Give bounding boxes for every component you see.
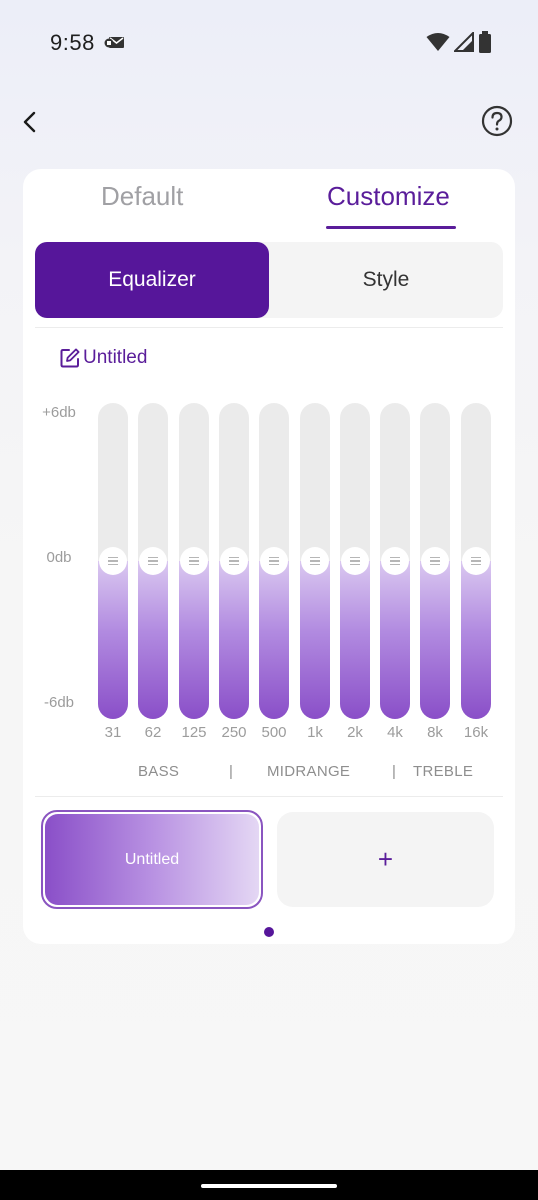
- band-slider[interactable]: [138, 403, 168, 719]
- slider-fill: [219, 561, 249, 719]
- db-min-label: -6db: [43, 694, 75, 711]
- preset-card-selected[interactable]: Untitled: [41, 810, 263, 909]
- band-slider[interactable]: [98, 403, 128, 719]
- edit-icon: [60, 348, 80, 368]
- band-slider[interactable]: [259, 403, 289, 719]
- slider-fill: [259, 561, 289, 719]
- top-tabs: Default Customize: [23, 169, 515, 233]
- band-frequency-label: 1k: [307, 724, 323, 741]
- home-handle[interactable]: [201, 1184, 337, 1188]
- status-icons: [426, 30, 492, 58]
- slider-knob[interactable]: [301, 547, 329, 575]
- band-frequency-label: 31: [104, 724, 122, 741]
- band-slider[interactable]: [461, 403, 491, 719]
- segment-style[interactable]: Style: [269, 242, 503, 318]
- help-button[interactable]: [480, 104, 514, 138]
- page-indicator-dot: [264, 927, 274, 937]
- band-frequency-label: 8k: [427, 724, 443, 741]
- wifi-icon: [426, 32, 450, 57]
- band-frequency-label: 62: [144, 724, 162, 741]
- range-midrange: MIDRANGE: [267, 763, 351, 780]
- band-frequency-label: 125: [181, 724, 207, 741]
- battery-icon: [478, 31, 492, 58]
- tab-active-indicator: [326, 226, 456, 229]
- status-bar: 9:58: [0, 0, 538, 88]
- status-time: 9:58: [50, 30, 95, 55]
- band-slider[interactable]: [219, 403, 249, 719]
- slider-knob[interactable]: [260, 547, 288, 575]
- band-slider[interactable]: [380, 403, 410, 719]
- slider-knob[interactable]: [180, 547, 208, 575]
- slider-fill: [461, 561, 491, 719]
- slider-fill: [300, 561, 330, 719]
- range-separator: |: [392, 763, 397, 780]
- segment-equalizer[interactable]: Equalizer: [35, 242, 269, 318]
- range-separator: |: [229, 763, 234, 780]
- slider-knob[interactable]: [341, 547, 369, 575]
- slider-knob[interactable]: [462, 547, 490, 575]
- signal-icon: [452, 30, 474, 57]
- slider-knob[interactable]: [381, 547, 409, 575]
- slider-fill: [340, 561, 370, 719]
- slider-fill: [179, 561, 209, 719]
- db-mid-label: 0db: [46, 549, 72, 566]
- slider-knob[interactable]: [99, 547, 127, 575]
- band-frequency-label: 4k: [387, 724, 403, 741]
- band-frequency-label: 250: [221, 724, 247, 741]
- band-slider[interactable]: [300, 403, 330, 719]
- band-slider[interactable]: [420, 403, 450, 719]
- divider: [35, 327, 503, 328]
- range-bass: BASS: [138, 763, 180, 780]
- tab-customize[interactable]: Customize: [327, 181, 450, 212]
- slider-knob[interactable]: [421, 547, 449, 575]
- help-icon: [481, 105, 513, 137]
- navigation-bar: [0, 1170, 538, 1200]
- back-arrow-icon: [23, 111, 36, 133]
- tab-default[interactable]: Default: [101, 181, 183, 212]
- slider-fill: [420, 561, 450, 719]
- band-frequency-label: 500: [261, 724, 287, 741]
- slider-fill: [380, 561, 410, 719]
- db-max-label: +6db: [42, 404, 76, 421]
- back-button[interactable]: [14, 106, 46, 138]
- preset-card-label: Untitled: [45, 814, 259, 905]
- divider: [35, 796, 503, 797]
- slider-fill: [138, 561, 168, 719]
- band-slider[interactable]: [179, 403, 209, 719]
- band-frequency-label: 16k: [463, 724, 489, 741]
- notification-icon: [104, 34, 126, 52]
- band-frequency-label: 2k: [347, 724, 363, 741]
- range-treble: TREBLE: [413, 763, 474, 780]
- mode-segmented-control: Equalizer Style: [35, 242, 503, 318]
- slider-knob[interactable]: [220, 547, 248, 575]
- preset-name: Untitled: [83, 347, 148, 368]
- preset-name-edit[interactable]: Untitled: [59, 347, 147, 369]
- slider-knob[interactable]: [139, 547, 167, 575]
- slider-fill: [98, 561, 128, 719]
- band-slider[interactable]: [340, 403, 370, 719]
- equalizer-card: Default Customize Equalizer Style Untitl…: [23, 169, 515, 944]
- add-preset-button[interactable]: +: [277, 812, 494, 907]
